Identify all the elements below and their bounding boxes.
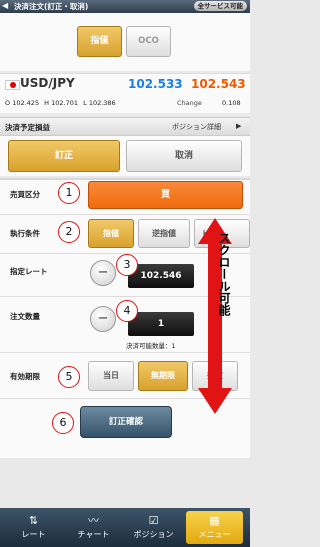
scroll-hint-text: スクロール可能	[217, 232, 231, 316]
low-label: L	[83, 99, 87, 107]
planned-pl-row: 決済予定損益 ポジション詳細 ▶	[0, 117, 250, 136]
open-label: O	[5, 99, 11, 107]
high-value: 102.701	[51, 99, 79, 107]
settleable-quantity: 決済可能数量：1	[126, 340, 176, 350]
condition-stop-button[interactable]: 逆指値	[138, 219, 190, 248]
tab-position[interactable]: ☑ ポジション	[125, 511, 182, 544]
title-bar: ◀ 決済注文(訂正・取消) 全サービス可能	[0, 0, 250, 13]
currency-pair-panel: USD/JPY 102.533 102.543 O 102.425 H 102.…	[0, 73, 250, 113]
currency-pair-name[interactable]: USD/JPY	[20, 76, 75, 90]
condition-limit-button[interactable]: 指値	[88, 219, 134, 248]
position-detail-link[interactable]: ポジション詳細	[172, 122, 221, 132]
bid-price: 102.533	[128, 77, 183, 91]
open-value: 102.425	[12, 99, 40, 107]
settleable-quantity-label: 決済可能数量：	[126, 342, 172, 350]
tab-menu-label: メニュー	[198, 530, 231, 539]
screen-title: 決済注文(訂正・取消)	[14, 2, 89, 11]
quantity-label: 注文数量	[10, 312, 40, 321]
change-label: Change	[177, 99, 202, 107]
modify-button[interactable]: 訂正	[8, 140, 120, 172]
tab-chart-label: チャート	[77, 530, 110, 539]
change-value: 0.108	[222, 99, 241, 107]
tab-chart[interactable]: 〰 チャート	[65, 511, 122, 544]
ohlc-row: O 102.425 H 102.701 L 102.386	[5, 99, 116, 107]
annotation-3: 3	[116, 254, 138, 276]
tab-rate-label: レート	[21, 530, 46, 539]
quantity-decrement-button[interactable]: −	[90, 306, 116, 332]
back-arrow-icon[interactable]: ◀	[2, 1, 12, 11]
checkbox-icon: ☑	[148, 514, 159, 527]
chevron-right-icon: ▶	[236, 122, 242, 130]
cancel-button[interactable]: 取消	[126, 140, 242, 172]
rate-label: 指定レート	[10, 267, 48, 276]
tab-limit-order[interactable]: 指値	[77, 26, 122, 57]
chart-line-icon: 〰	[88, 514, 99, 527]
rate-decrement-button[interactable]: −	[90, 260, 116, 286]
expiry-unlimited-button[interactable]: 無期限	[138, 361, 188, 391]
high-label: H	[44, 99, 50, 107]
tab-rate[interactable]: ⇅ レート	[5, 511, 62, 544]
rate-input[interactable]: 102.546	[128, 264, 194, 288]
bottom-tab-bar: ⇅ レート 〰 チャート ☑ ポジション ▦ メニュー	[0, 508, 250, 547]
expiry-label: 有効期限	[10, 372, 40, 381]
confirm-modify-button[interactable]: 訂正確認	[80, 406, 172, 438]
all-services-button[interactable]: 全サービス可能	[193, 1, 247, 11]
planned-pl-label: 決済予定損益	[5, 123, 50, 132]
annotation-1: 1	[58, 182, 80, 204]
annotation-5: 5	[58, 366, 80, 388]
action-panel: 訂正 取消	[0, 136, 250, 176]
annotation-2: 2	[58, 221, 80, 243]
tab-oco-order[interactable]: OCO	[126, 26, 171, 57]
tab-menu[interactable]: ▦ メニュー	[186, 511, 243, 544]
quantity-input[interactable]: 1	[128, 312, 194, 336]
annotation-6: 6	[52, 412, 74, 434]
row-divider	[0, 214, 250, 215]
menu-grid-icon: ▦	[209, 514, 220, 527]
side-label: 売買区分	[10, 190, 40, 199]
tab-position-label: ポジション	[133, 530, 174, 539]
condition-label: 執行条件	[10, 229, 40, 238]
expiry-today-button[interactable]: 当日	[88, 361, 134, 391]
up-down-arrows-icon: ⇅	[28, 514, 39, 527]
settleable-quantity-value: 1	[171, 342, 176, 350]
side-buy-button[interactable]: 買	[88, 181, 243, 209]
ask-price: 102.543	[191, 77, 246, 91]
order-type-panel: 指値 OCO	[0, 13, 250, 71]
annotation-4: 4	[116, 300, 138, 322]
japan-flag-icon	[5, 80, 20, 90]
low-value: 102.386	[88, 99, 116, 107]
